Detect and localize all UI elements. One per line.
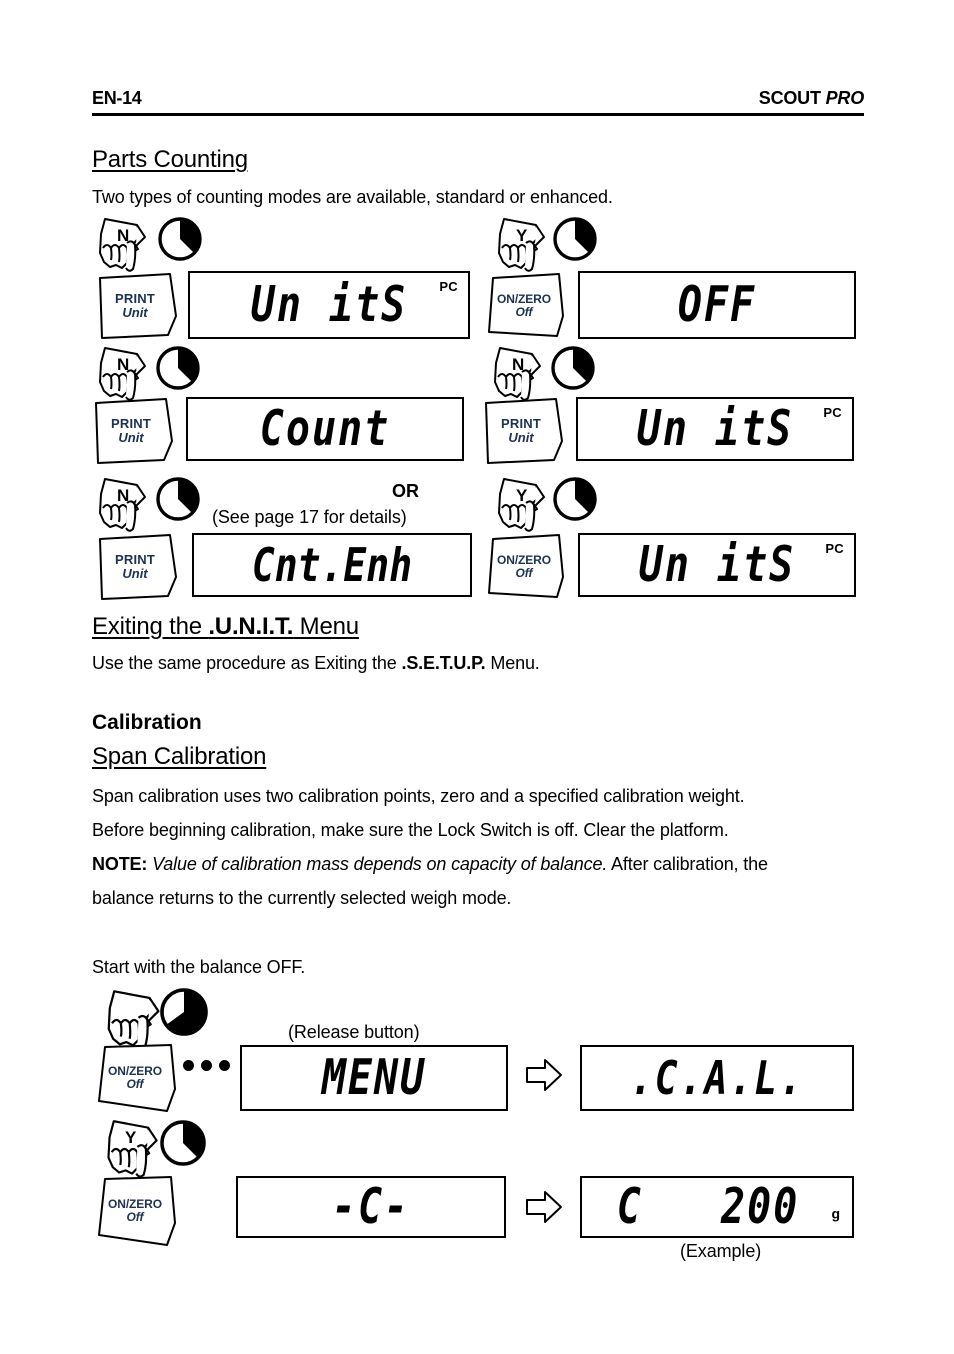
lcd-text: Count	[259, 400, 391, 458]
press-duration-pie-icon	[155, 345, 201, 391]
press-duration-pie-icon	[157, 216, 203, 262]
calibration-line-2: Before beginning calibration, make sure …	[92, 820, 729, 840]
hand-label: N	[512, 355, 525, 374]
heading-exiting-unit-pre: Exiting the	[92, 613, 209, 640]
calibration-note-label: NOTE:	[92, 854, 148, 874]
press-duration-pie-icon	[550, 345, 596, 391]
key-print-unit[interactable]: PRINT Unit	[96, 272, 180, 340]
lcd-display: Un itS PC	[578, 533, 856, 597]
lcd-display-result: C 200 g	[580, 1176, 854, 1238]
lcd-unit-label: g	[831, 1205, 840, 1222]
hand-label: N	[117, 355, 130, 374]
lcd-display: Un itS PC	[576, 397, 854, 461]
heading-span-calibration: Span Calibration	[92, 743, 267, 770]
example-caption: (Example)	[680, 1241, 762, 1261]
pointing-hand-icon: Y	[494, 216, 548, 274]
lcd-text: Un itS	[636, 400, 794, 458]
lcd-display: Cnt.Enh	[192, 533, 472, 597]
manual-page: EN-14 SCOUT PRO Parts Counting Two types…	[0, 0, 954, 1354]
release-button-caption: (Release button)	[288, 1022, 420, 1042]
hand-label: Y	[516, 486, 528, 505]
key-on-zero-off[interactable]: ON/ZERO Off	[97, 1175, 179, 1247]
exiting-unit-body-pre: Use the same procedure as Exiting the	[92, 653, 402, 673]
lcd-text: .C.A.L.	[629, 1051, 805, 1105]
heading-exiting-unit-bold: .U.N.I.T.	[208, 613, 294, 640]
press-duration-pie-icon	[158, 1118, 208, 1168]
key-on-zero-off[interactable]: ON/ZERO Off	[97, 1043, 179, 1113]
calibration-note-italic: Value of calibration mass depends on cap…	[147, 854, 608, 874]
hand-label: Y	[516, 226, 528, 245]
or-label: OR	[392, 481, 419, 501]
exiting-unit-body-bold: .S.E.T.U.P.	[401, 653, 486, 673]
page-header: EN-14 SCOUT PRO	[92, 88, 864, 109]
pointing-hand-icon: Y	[494, 476, 548, 534]
exiting-unit-body-post: Menu.	[485, 653, 540, 673]
calibration-note: NOTE: Value of calibration mass depends …	[92, 849, 882, 880]
hand-label: N	[117, 486, 130, 505]
lcd-display: -C-	[236, 1176, 506, 1238]
header-divider	[92, 113, 864, 116]
key-print-unit[interactable]: PRINT Unit	[96, 533, 180, 601]
lcd-display: Un itS PC	[188, 271, 470, 339]
hand-label: N	[117, 226, 130, 245]
key-print-unit[interactable]: PRINT Unit	[482, 397, 566, 465]
key-on-zero-off[interactable]: ON/ZERO Off	[487, 533, 567, 601]
key-print-unit[interactable]: PRINT Unit	[92, 397, 176, 465]
product-name-main: SCOUT	[758, 88, 826, 108]
heading-calibration: Calibration	[92, 711, 202, 734]
lcd-text: C 200	[616, 1178, 800, 1236]
heading-exiting-unit: Exiting the .U.N.I.T. Menu	[92, 613, 359, 641]
lcd-text: Cnt.Enh	[251, 538, 413, 592]
lcd-display: Count	[186, 397, 464, 461]
pointing-hand-icon: N	[490, 345, 544, 403]
lcd-text: Un itS	[250, 276, 408, 334]
pointing-hand-icon: N	[95, 345, 149, 403]
lcd-display: OFF	[578, 271, 856, 339]
lcd-text: MENU	[321, 1049, 427, 1107]
lcd-display: MENU	[240, 1045, 508, 1111]
pointing-hand-icon: N	[95, 476, 149, 534]
right-arrow-icon	[525, 1188, 563, 1231]
calibration-line-1: Span calibration uses two calibration po…	[92, 786, 745, 806]
lcd-annunciator-pc: PC	[823, 405, 842, 420]
pointing-hand-icon: N	[95, 216, 149, 274]
product-name-suffix: PRO	[825, 88, 865, 108]
parts-counting-intro: Two types of counting modes are availabl…	[92, 187, 613, 207]
see-page-note: (See page 17 for details)	[212, 507, 407, 527]
press-duration-pie-icon	[552, 216, 598, 262]
press-duration-pie-icon	[155, 476, 201, 522]
lcd-text: OFF	[677, 276, 757, 334]
heading-parts-counting: Parts Counting	[92, 146, 248, 173]
lcd-text: -C-	[331, 1178, 411, 1236]
pointing-hand-icon: Y	[103, 1118, 161, 1180]
press-duration-pie-icon	[552, 476, 598, 522]
right-arrow-icon	[525, 1056, 563, 1099]
key-on-zero-off[interactable]: ON/ZERO Off	[487, 272, 567, 340]
page-number: EN-14	[92, 88, 142, 108]
lcd-display-result: .C.A.L.	[580, 1045, 854, 1111]
calibration-start-text: Start with the balance OFF.	[92, 957, 306, 977]
product-name: SCOUT PRO	[759, 88, 864, 109]
exiting-unit-body: Use the same procedure as Exiting the .S…	[92, 648, 882, 679]
lcd-annunciator-pc: PC	[439, 279, 458, 294]
lcd-annunciator-pc: PC	[825, 541, 844, 556]
calibration-note-rest: After calibration, the	[607, 854, 768, 874]
lcd-text: Un itS	[638, 536, 796, 594]
hand-label: Y	[125, 1128, 137, 1147]
heading-exiting-unit-post: Menu	[293, 613, 359, 640]
calibration-note-line-2: balance returns to the currently selecte…	[92, 888, 512, 908]
press-duration-pie-icon	[158, 986, 210, 1038]
ellipsis-icon	[183, 1060, 230, 1071]
